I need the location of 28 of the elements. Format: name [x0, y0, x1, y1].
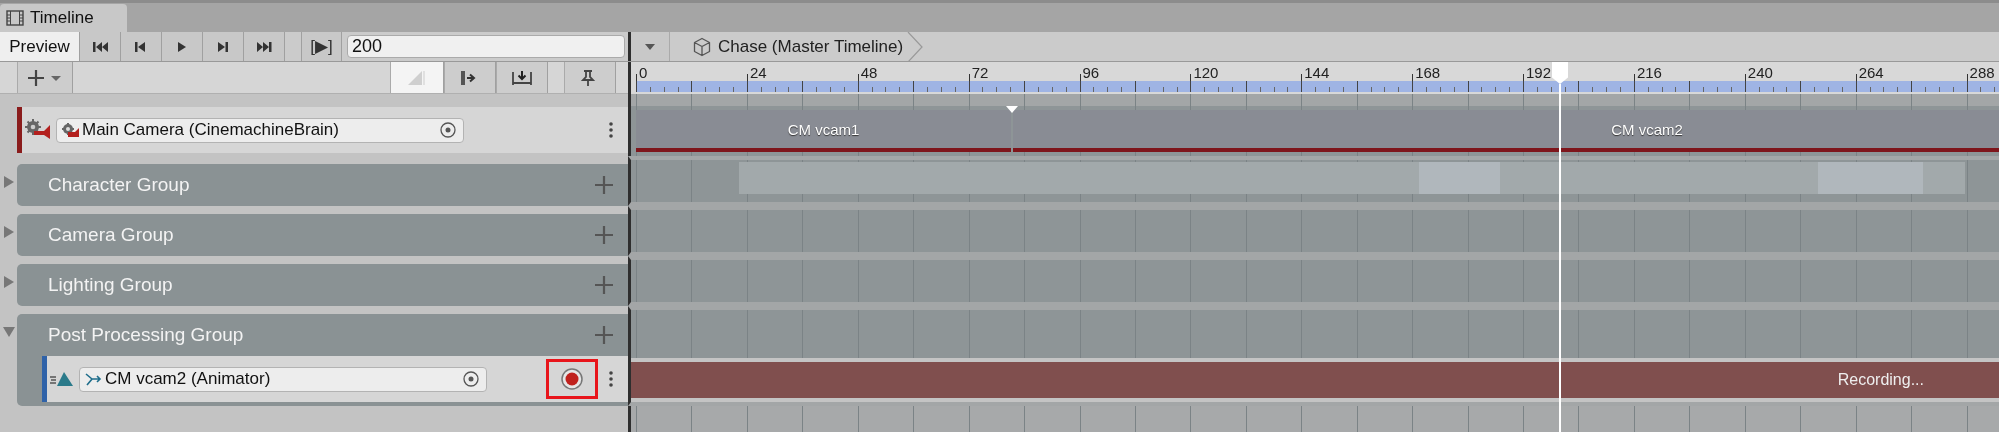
- ruler-label: 264: [1858, 64, 1884, 81]
- track-name: Main Camera (CinemachineBrain): [82, 120, 340, 140]
- ruler-label: 192: [1526, 64, 1552, 81]
- ruler-label: 216: [1636, 64, 1662, 81]
- group-name: Post Processing Group: [48, 324, 244, 346]
- clip-label: CM vcam1: [787, 120, 860, 138]
- group-name: Camera Group: [48, 224, 174, 246]
- recording-label: Recording...: [1837, 371, 1924, 389]
- ruler-label: 48: [860, 64, 878, 81]
- ruler-label: 0: [639, 64, 648, 81]
- window-tab[interactable]: Timeline: [0, 4, 127, 32]
- frame-field[interactable]: 200: [347, 35, 625, 58]
- clip-label: CM vcam2: [1611, 120, 1683, 138]
- preview-button[interactable]: Preview: [0, 32, 80, 61]
- track-name: CM vcam2 (Animator): [105, 369, 272, 389]
- object-field[interactable]: Main Camera (CinemachineBrain): [56, 117, 464, 143]
- group-track-header[interactable]: Post Processing Group CM vcam2 (Animator): [17, 314, 628, 406]
- ruler-label: 120: [1193, 64, 1219, 81]
- ruler-label: 288: [1969, 64, 1995, 81]
- ruler-label: 144: [1304, 64, 1330, 81]
- ruler-label: 96: [1082, 64, 1100, 81]
- ruler-label: 240: [1747, 64, 1773, 81]
- ruler-label: 24: [749, 64, 767, 81]
- group-name: Character Group: [48, 174, 190, 196]
- ruler-label: 168: [1415, 64, 1441, 81]
- object-field[interactable]: CM vcam2 (Animator): [79, 366, 487, 392]
- group-name: Lighting Group: [48, 274, 173, 296]
- ruler-label: 72: [971, 64, 989, 81]
